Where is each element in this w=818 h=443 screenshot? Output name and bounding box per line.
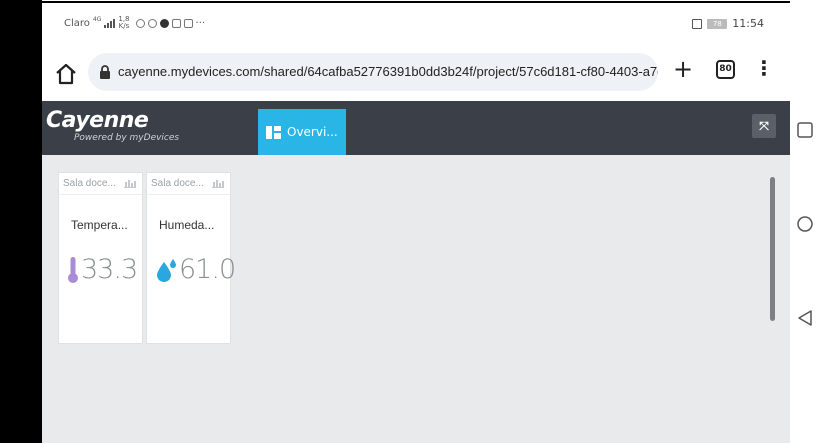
carrier-name: Claro — [64, 17, 90, 29]
instagram-icon-2 — [147, 18, 157, 28]
widget-humidity[interactable]: Sala doce... Humeda... 61.0 — [146, 172, 236, 344]
data-speed: 1,8 K/s — [118, 16, 129, 30]
water-drop-icon — [157, 258, 176, 282]
widget-device-label: Sala doce... — [63, 178, 116, 189]
battery-level: 78 — [712, 19, 722, 28]
left-black-bar — [0, 0, 42, 443]
clock: 11:54 — [732, 17, 764, 30]
battery-icon: 78 — [707, 18, 728, 29]
network-type: 4G — [92, 16, 102, 23]
instagram-icon-4 — [183, 18, 193, 28]
back-icon[interactable] — [796, 309, 814, 327]
widget-device: Sala doce... — [59, 173, 142, 195]
status-bar: Claro 4G 1,8 K/s ··· 78 11:54 — [42, 3, 790, 43]
menu-button[interactable]: ⋮ — [754, 57, 774, 81]
chart-icon[interactable] — [124, 178, 136, 188]
fullscreen-button[interactable]: ⤧ — [752, 114, 776, 138]
phone-screen: Claro 4G 1,8 K/s ··· 78 11:54 cayenne.my… — [42, 3, 790, 443]
widget-reading: 33.3 — [67, 254, 138, 285]
more-notifications: ··· — [195, 17, 206, 29]
dark-notification-icon — [159, 18, 169, 28]
widget-value: 61.0 — [179, 254, 236, 285]
instagram-icon-3 — [171, 18, 181, 28]
dashboard-icon — [266, 125, 281, 139]
cayenne-logo[interactable]: Cayenne Powered by myDevices — [46, 108, 180, 144]
logo-title: Cayenne — [46, 108, 149, 133]
widget-name: Humeda... — [159, 218, 215, 232]
tab-switcher-button[interactable]: 80 — [716, 60, 735, 79]
home-icon[interactable] — [54, 62, 78, 86]
instagram-icon — [135, 18, 145, 28]
tab-overview[interactable]: Overvi... — [258, 109, 346, 155]
new-tab-button[interactable]: + — [672, 57, 694, 81]
status-right: 78 11:54 — [692, 17, 764, 30]
url-bar[interactable]: cayenne.mydevices.com/shared/64cafba5277… — [88, 53, 658, 91]
thermometer-icon — [68, 256, 78, 283]
widget-temperature[interactable]: Sala doce... Tempera... 33.3 — [58, 172, 143, 344]
dashboard: Sala doce... Tempera... 33.3 Sala doce..… — [42, 155, 790, 443]
android-nav-bar — [790, 0, 818, 443]
status-left: Claro 4G 1,8 K/s ··· — [64, 16, 205, 30]
widget-value: 33.3 — [81, 254, 138, 285]
url-text: cayenne.mydevices.com/shared/64cafba5277… — [118, 64, 658, 79]
widget-reading: 61.0 — [155, 254, 236, 285]
widget-device-label: Sala doce... — [151, 178, 204, 189]
lock-icon — [100, 65, 110, 79]
widget-name: Tempera... — [71, 218, 128, 232]
chart-icon[interactable] — [212, 178, 224, 188]
widget-device: Sala doce... — [147, 173, 230, 195]
notification-icons — [135, 18, 193, 28]
speed-unit: K/s — [118, 22, 130, 30]
app-header: Cayenne Powered by myDevices Overvi... ⤧ — [42, 101, 790, 155]
tab-overview-label: Overvi... — [287, 125, 338, 139]
browser-toolbar: cayenne.mydevices.com/shared/64cafba5277… — [42, 49, 790, 101]
home-circle-icon[interactable] — [796, 215, 814, 233]
signal-icon — [104, 18, 116, 28]
recent-apps-icon[interactable] — [796, 121, 814, 139]
logo-subtitle: Powered by myDevices — [74, 133, 180, 143]
scrollbar[interactable] — [770, 177, 775, 321]
vibrate-icon — [692, 18, 703, 29]
